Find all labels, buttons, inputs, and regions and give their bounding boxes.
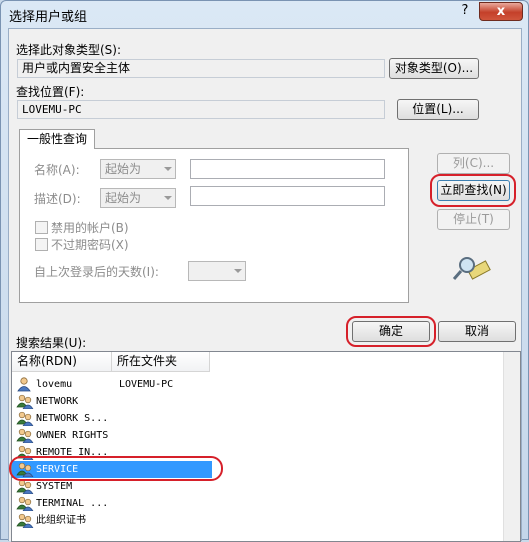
magnifier-icon xyxy=(452,257,491,280)
tab-general-query[interactable]: 一般性查询 xyxy=(19,129,95,149)
result-row[interactable]: 此组织证书 xyxy=(12,512,212,529)
group-icon xyxy=(16,462,34,478)
user-icon xyxy=(16,377,34,392)
days-since-logon-select[interactable] xyxy=(188,261,246,281)
result-row[interactable]: SYSTEM xyxy=(12,478,212,495)
ok-button[interactable]: 确定 xyxy=(352,321,430,342)
group-icon xyxy=(16,479,34,495)
window-title: 选择用户或组 xyxy=(9,10,88,25)
location-label: 查找位置(F): xyxy=(16,85,85,99)
description-mode-value: 起始为 xyxy=(105,191,142,205)
result-name: NETWORK xyxy=(36,396,79,407)
find-now-button[interactable]: 立即查找(N) xyxy=(437,180,510,201)
result-row[interactable]: SERVICE xyxy=(12,461,212,478)
result-name: TERMINAL ... xyxy=(36,498,109,509)
result-name: SERVICE xyxy=(36,464,79,475)
title-bar[interactable]: 选择用户或组 ? x xyxy=(1,1,528,27)
disabled-accounts-label: 禁用的帐户(B) xyxy=(51,221,129,235)
location-field: LOVEMU-PC xyxy=(17,100,385,119)
disabled-accounts-checkbox[interactable] xyxy=(35,221,48,234)
chevron-down-icon xyxy=(164,167,172,171)
close-icon[interactable]: x xyxy=(479,2,523,21)
stop-button[interactable]: 停止(T) xyxy=(437,209,510,230)
group-icon xyxy=(16,411,34,427)
results-list[interactable]: 名称(RDN) 所在文件夹 lovemu LOVEMU-PC NETWORK NETW… xyxy=(11,351,521,542)
chevron-down-icon xyxy=(234,269,242,273)
result-row[interactable]: OWNER RIGHTS xyxy=(12,427,212,444)
result-folder: LOVEMU-PC xyxy=(119,379,174,390)
cancel-button[interactable]: 取消 xyxy=(438,321,516,342)
locations-button[interactable]: 位置(L)... xyxy=(397,99,479,120)
vertical-scrollbar[interactable] xyxy=(503,352,520,541)
result-row[interactable]: REMOTE IN... xyxy=(12,444,212,461)
result-row[interactable]: NETWORK xyxy=(12,393,212,410)
dialog-client: 选择此对象类型(S): 用户或内置安全主体 对象类型(O)... 查找位置(F)… xyxy=(8,28,522,542)
object-types-button[interactable]: 对象类型(O)... xyxy=(389,58,479,79)
group-icon xyxy=(16,445,34,461)
name-label: 名称(A): xyxy=(34,163,80,177)
non-expiring-password-checkbox[interactable] xyxy=(35,238,48,251)
description-input[interactable] xyxy=(190,186,385,206)
object-type-field: 用户或内置安全主体 xyxy=(17,59,385,78)
days-since-logon-label: 自上次登录后的天数(I): xyxy=(34,265,159,279)
group-icon xyxy=(16,394,34,410)
name-mode-value: 起始为 xyxy=(105,162,142,176)
result-row[interactable]: NETWORK S... xyxy=(12,410,212,427)
non-expiring-password-label: 不过期密码(X) xyxy=(51,238,129,252)
general-query-panel: 名称(A): 起始为 描述(D): 起始为 禁用的帐户(B) 不过期密码(X) … xyxy=(19,148,409,303)
help-icon[interactable]: ? xyxy=(456,3,474,21)
column-header-folder[interactable]: 所在文件夹 xyxy=(112,352,210,372)
result-name: NETWORK S... xyxy=(36,413,109,424)
result-name: REMOTE IN... xyxy=(36,447,109,458)
result-name: lovemu xyxy=(36,379,73,390)
result-name: 此组织证书 xyxy=(36,515,86,526)
results-label: 搜索结果(U): xyxy=(16,336,87,350)
group-icon xyxy=(16,496,34,512)
group-icon xyxy=(16,428,34,444)
description-mode-select[interactable]: 起始为 xyxy=(100,188,176,208)
name-mode-select[interactable]: 起始为 xyxy=(100,159,176,179)
columns-button[interactable]: 列(C)... xyxy=(437,153,510,174)
result-row[interactable]: lovemu LOVEMU-PC xyxy=(12,376,212,393)
dialog-window: 选择用户或组 ? x 选择此对象类型(S): 用户或内置安全主体 对象类型(O)… xyxy=(0,0,529,542)
object-type-label: 选择此对象类型(S): xyxy=(16,43,122,57)
result-row[interactable]: TERMINAL ... xyxy=(12,495,212,512)
name-input[interactable] xyxy=(190,159,385,179)
result-name: SYSTEM xyxy=(36,481,73,492)
description-label: 描述(D): xyxy=(34,192,81,206)
group-icon xyxy=(16,513,34,529)
chevron-down-icon xyxy=(164,196,172,200)
result-name: OWNER RIGHTS xyxy=(36,430,109,441)
column-header-name[interactable]: 名称(RDN) xyxy=(12,352,112,372)
